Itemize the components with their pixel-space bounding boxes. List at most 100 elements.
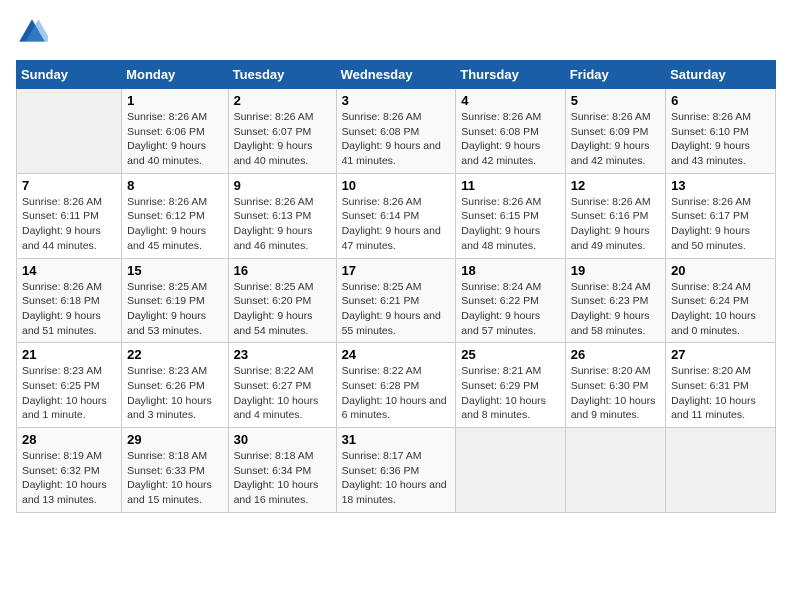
day-number: 16	[234, 263, 331, 278]
calendar-cell: 28 Sunrise: 8:19 AMSunset: 6:32 PMDayligh…	[17, 428, 122, 513]
day-number: 20	[671, 263, 770, 278]
day-number: 17	[342, 263, 451, 278]
day-number: 18	[461, 263, 559, 278]
day-info: Sunrise: 8:26 AMSunset: 6:12 PMDaylight:…	[127, 195, 222, 254]
day-info: Sunrise: 8:21 AMSunset: 6:29 PMDaylight:…	[461, 364, 559, 423]
calendar-cell: 16 Sunrise: 8:25 AMSunset: 6:20 PMDayligh…	[228, 258, 336, 343]
day-info: Sunrise: 8:22 AMSunset: 6:28 PMDaylight:…	[342, 364, 451, 423]
calendar-cell: 4 Sunrise: 8:26 AMSunset: 6:08 PMDaylight…	[456, 89, 565, 174]
day-info: Sunrise: 8:18 AMSunset: 6:33 PMDaylight:…	[127, 449, 222, 508]
day-info: Sunrise: 8:26 AMSunset: 6:11 PMDaylight:…	[22, 195, 116, 254]
day-info: Sunrise: 8:26 AMSunset: 6:17 PMDaylight:…	[671, 195, 770, 254]
day-number: 4	[461, 93, 559, 108]
day-info: Sunrise: 8:25 AMSunset: 6:21 PMDaylight:…	[342, 280, 451, 339]
day-number: 22	[127, 347, 222, 362]
day-info: Sunrise: 8:18 AMSunset: 6:34 PMDaylight:…	[234, 449, 331, 508]
day-info: Sunrise: 8:26 AMSunset: 6:06 PMDaylight:…	[127, 110, 222, 169]
day-number: 9	[234, 178, 331, 193]
weekday-header-monday: Monday	[122, 61, 228, 89]
day-info: Sunrise: 8:26 AMSunset: 6:13 PMDaylight:…	[234, 195, 331, 254]
weekday-header-sunday: Sunday	[17, 61, 122, 89]
day-info: Sunrise: 8:20 AMSunset: 6:31 PMDaylight:…	[671, 364, 770, 423]
weekday-header-wednesday: Wednesday	[336, 61, 456, 89]
calendar-cell: 20 Sunrise: 8:24 AMSunset: 6:24 PMDayligh…	[666, 258, 776, 343]
day-number: 5	[571, 93, 660, 108]
day-info: Sunrise: 8:19 AMSunset: 6:32 PMDaylight:…	[22, 449, 116, 508]
day-info: Sunrise: 8:25 AMSunset: 6:20 PMDaylight:…	[234, 280, 331, 339]
calendar-cell	[17, 89, 122, 174]
day-number: 19	[571, 263, 660, 278]
calendar-week-row: 14 Sunrise: 8:26 AMSunset: 6:18 PMDayligh…	[17, 258, 776, 343]
calendar-cell	[456, 428, 565, 513]
weekday-header-thursday: Thursday	[456, 61, 565, 89]
day-number: 8	[127, 178, 222, 193]
calendar-cell: 8 Sunrise: 8:26 AMSunset: 6:12 PMDaylight…	[122, 173, 228, 258]
day-info: Sunrise: 8:20 AMSunset: 6:30 PMDaylight:…	[571, 364, 660, 423]
calendar-cell: 14 Sunrise: 8:26 AMSunset: 6:18 PMDayligh…	[17, 258, 122, 343]
day-info: Sunrise: 8:23 AMSunset: 6:25 PMDaylight:…	[22, 364, 116, 423]
day-number: 31	[342, 432, 451, 447]
day-number: 13	[671, 178, 770, 193]
day-info: Sunrise: 8:26 AMSunset: 6:08 PMDaylight:…	[461, 110, 559, 169]
calendar-cell: 3Sunrise: 8:26 AMSunset: 6:08 PMDaylight…	[336, 89, 456, 174]
calendar-cell: 2 Sunrise: 8:26 AMSunset: 6:07 PMDaylight…	[228, 89, 336, 174]
day-number: 30	[234, 432, 331, 447]
day-number: 27	[671, 347, 770, 362]
day-number: 28	[22, 432, 116, 447]
day-number: 10	[342, 178, 451, 193]
calendar-table: SundayMondayTuesdayWednesdayThursdayFrid…	[16, 60, 776, 513]
calendar-cell: 27 Sunrise: 8:20 AMSunset: 6:31 PMDayligh…	[666, 343, 776, 428]
calendar-cell: 26 Sunrise: 8:20 AMSunset: 6:30 PMDayligh…	[565, 343, 665, 428]
calendar-cell: 22 Sunrise: 8:23 AMSunset: 6:26 PMDayligh…	[122, 343, 228, 428]
day-info: Sunrise: 8:26 AMSunset: 6:16 PMDaylight:…	[571, 195, 660, 254]
calendar-cell: 13 Sunrise: 8:26 AMSunset: 6:17 PMDayligh…	[666, 173, 776, 258]
calendar-cell: 23Sunrise: 8:22 AMSunset: 6:27 PMDayligh…	[228, 343, 336, 428]
day-info: Sunrise: 8:26 AMSunset: 6:14 PMDaylight:…	[342, 195, 451, 254]
calendar-cell: 11Sunrise: 8:26 AMSunset: 6:15 PMDayligh…	[456, 173, 565, 258]
calendar-cell: 25Sunrise: 8:21 AMSunset: 6:29 PMDayligh…	[456, 343, 565, 428]
day-info: Sunrise: 8:23 AMSunset: 6:26 PMDaylight:…	[127, 364, 222, 423]
day-info: Sunrise: 8:26 AMSunset: 6:10 PMDaylight:…	[671, 110, 770, 169]
day-number: 12	[571, 178, 660, 193]
calendar-cell: 5 Sunrise: 8:26 AMSunset: 6:09 PMDaylight…	[565, 89, 665, 174]
calendar-cell: 1 Sunrise: 8:26 AMSunset: 6:06 PMDaylight…	[122, 89, 228, 174]
calendar-cell: 29 Sunrise: 8:18 AMSunset: 6:33 PMDayligh…	[122, 428, 228, 513]
day-number: 1	[127, 93, 222, 108]
day-number: 7	[22, 178, 116, 193]
day-info: Sunrise: 8:26 AMSunset: 6:08 PMDaylight:…	[342, 110, 451, 169]
calendar-cell	[565, 428, 665, 513]
day-number: 29	[127, 432, 222, 447]
calendar-cell	[666, 428, 776, 513]
calendar-cell: 10 Sunrise: 8:26 AMSunset: 6:14 PMDayligh…	[336, 173, 456, 258]
day-number: 14	[22, 263, 116, 278]
day-number: 15	[127, 263, 222, 278]
day-info: Sunrise: 8:25 AMSunset: 6:19 PMDaylight:…	[127, 280, 222, 339]
calendar-week-row: 1 Sunrise: 8:26 AMSunset: 6:06 PMDaylight…	[17, 89, 776, 174]
day-number: 2	[234, 93, 331, 108]
weekday-header-tuesday: Tuesday	[228, 61, 336, 89]
calendar-week-row: 28 Sunrise: 8:19 AMSunset: 6:32 PMDayligh…	[17, 428, 776, 513]
day-number: 24	[342, 347, 451, 362]
day-info: Sunrise: 8:26 AMSunset: 6:18 PMDaylight:…	[22, 280, 116, 339]
day-info: Sunrise: 8:26 AMSunset: 6:07 PMDaylight:…	[234, 110, 331, 169]
day-info: Sunrise: 8:24 AMSunset: 6:24 PMDaylight:…	[671, 280, 770, 339]
calendar-week-row: 21Sunrise: 8:23 AMSunset: 6:25 PMDayligh…	[17, 343, 776, 428]
calendar-cell: 31Sunrise: 8:17 AMSunset: 6:36 PMDayligh…	[336, 428, 456, 513]
page-header	[16, 16, 776, 48]
calendar-cell: 21Sunrise: 8:23 AMSunset: 6:25 PMDayligh…	[17, 343, 122, 428]
calendar-cell: 17 Sunrise: 8:25 AMSunset: 6:21 PMDayligh…	[336, 258, 456, 343]
day-number: 23	[234, 347, 331, 362]
day-number: 6	[671, 93, 770, 108]
calendar-week-row: 7 Sunrise: 8:26 AMSunset: 6:11 PMDaylight…	[17, 173, 776, 258]
calendar-cell: 24 Sunrise: 8:22 AMSunset: 6:28 PMDayligh…	[336, 343, 456, 428]
calendar-cell: 30 Sunrise: 8:18 AMSunset: 6:34 PMDayligh…	[228, 428, 336, 513]
logo-icon	[16, 16, 48, 48]
day-number: 26	[571, 347, 660, 362]
day-info: Sunrise: 8:24 AMSunset: 6:23 PMDaylight:…	[571, 280, 660, 339]
calendar-cell: 6 Sunrise: 8:26 AMSunset: 6:10 PMDaylight…	[666, 89, 776, 174]
calendar-cell: 15 Sunrise: 8:25 AMSunset: 6:19 PMDayligh…	[122, 258, 228, 343]
day-number: 11	[461, 178, 559, 193]
weekday-header-friday: Friday	[565, 61, 665, 89]
calendar-cell: 19 Sunrise: 8:24 AMSunset: 6:23 PMDayligh…	[565, 258, 665, 343]
day-info: Sunrise: 8:26 AMSunset: 6:09 PMDaylight:…	[571, 110, 660, 169]
